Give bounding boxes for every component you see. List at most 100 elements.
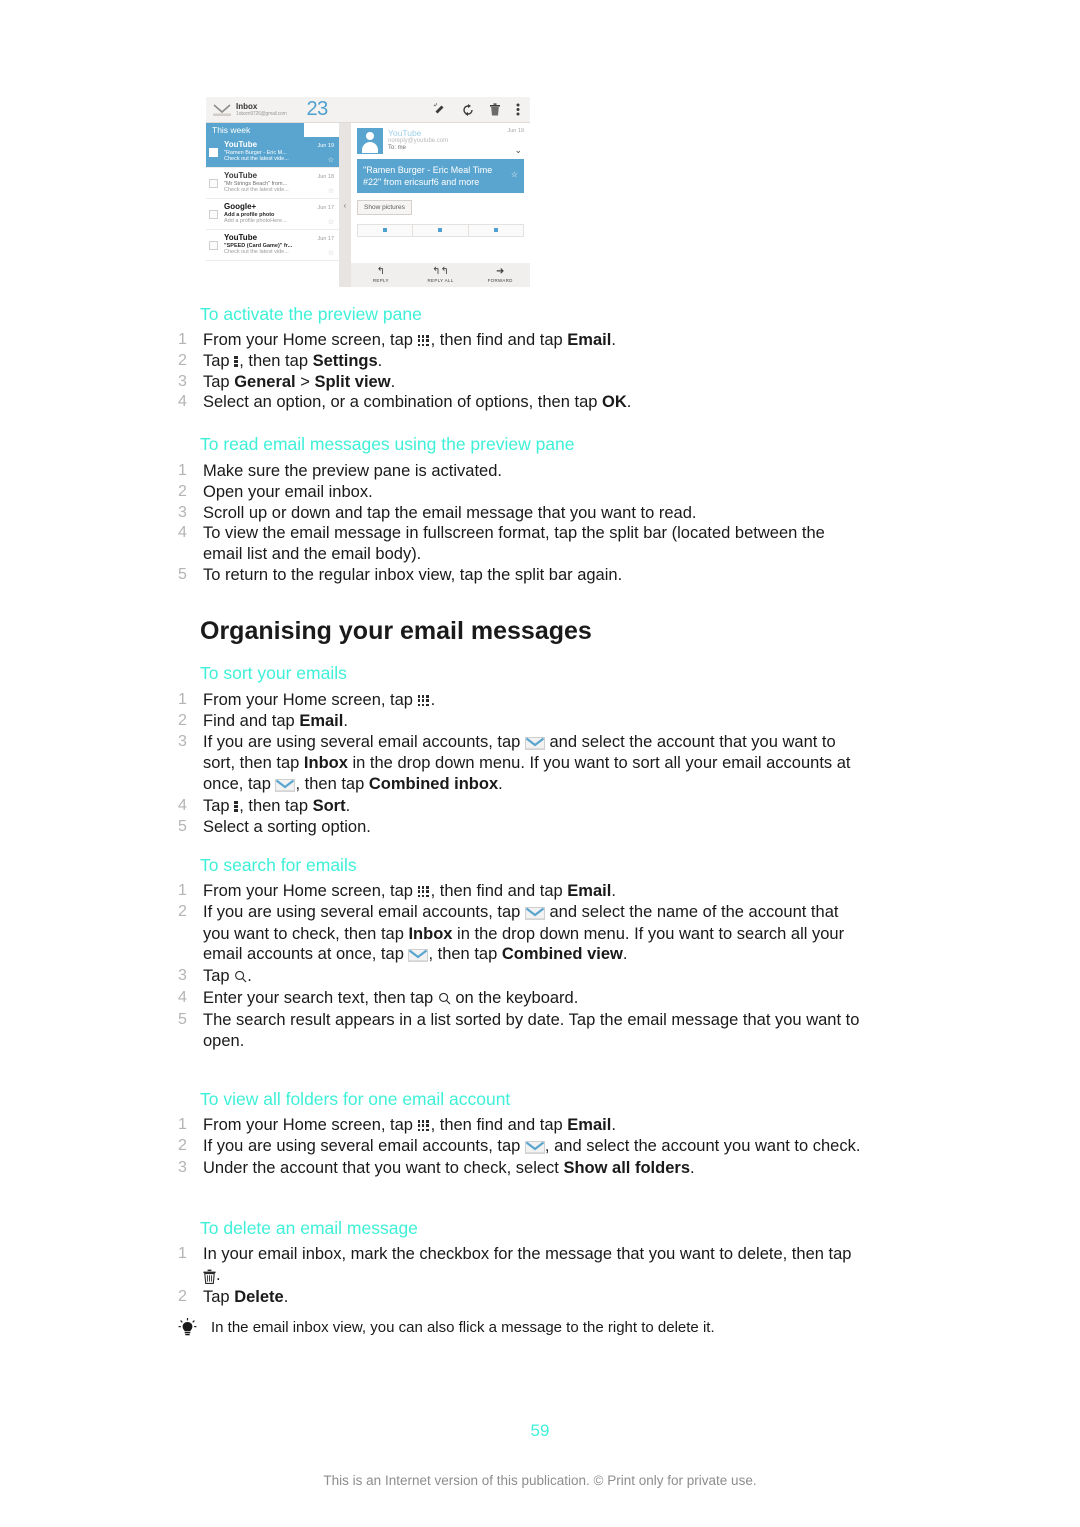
envelope-dropdown-icon bbox=[524, 903, 545, 924]
sender: YouTube bbox=[224, 140, 258, 149]
forward-icon: ➜ bbox=[495, 266, 505, 277]
step-number: 4 bbox=[178, 393, 187, 411]
message-subject-text: "Ramen Burger - Eric Meal Time #22" from… bbox=[363, 165, 493, 188]
step-text: Tap Delete. bbox=[203, 1287, 289, 1306]
step-text: To return to the regular inbox view, tap… bbox=[203, 565, 623, 584]
step-text: If you are using several email accounts,… bbox=[203, 1136, 868, 1158]
steps-list: 1 From your Home screen, tap , then find … bbox=[178, 1115, 868, 1178]
step-item: 5 Select a sorting option. bbox=[178, 817, 868, 838]
star-icon: ☆ bbox=[510, 170, 518, 179]
sender: Google+ bbox=[224, 202, 257, 211]
split-bar: ‹ bbox=[339, 123, 351, 287]
step-item: 2 Open your email inbox. bbox=[178, 482, 868, 503]
step-number: 1 bbox=[178, 331, 187, 348]
step-item: 4 Tap , then tap Sort. bbox=[178, 796, 868, 817]
step-item: 2 If you are using several email accounts… bbox=[178, 902, 868, 966]
step-text: Select an option, or a combination of op… bbox=[203, 393, 632, 412]
step-number: 2 bbox=[178, 711, 187, 729]
step-number: 1 bbox=[178, 462, 187, 479]
figure-list-item: YouTube Jun 18 "Mr Strings Beach" from..… bbox=[206, 168, 339, 199]
step-number: 1 bbox=[178, 1245, 187, 1262]
compose-icon: + bbox=[433, 103, 446, 116]
refresh-icon bbox=[462, 103, 474, 116]
figure-preview-pane: YouTube noreply@youtube.com To: me Jun 1… bbox=[351, 123, 530, 287]
page-number: 59 bbox=[530, 1421, 550, 1440]
forward-label: FORWARD bbox=[487, 278, 513, 283]
step-text: If you are using several email accounts,… bbox=[203, 732, 868, 796]
from-name: YouTube bbox=[388, 128, 422, 138]
step-item: 1 In your email inbox, mark the checkbox … bbox=[178, 1244, 868, 1287]
steps-list: 1 From your Home screen, tap , then find … bbox=[178, 881, 868, 1051]
reply-all-label: REPLY ALL bbox=[427, 278, 454, 283]
step-number: 2 bbox=[178, 1136, 187, 1154]
date: Jun 19 bbox=[317, 143, 334, 149]
section-heading: To activate the preview pane bbox=[200, 304, 422, 324]
step-item: 3 Tap . bbox=[178, 966, 868, 988]
step-item: 3 Under the account that you want to chec… bbox=[178, 1158, 868, 1179]
figure-group-header: This week bbox=[206, 123, 304, 137]
avatar bbox=[357, 128, 383, 154]
overflow-menu-icon bbox=[516, 103, 520, 116]
image-placeholder bbox=[469, 225, 523, 236]
step-item: 3 Scroll up or down and tap the email mes… bbox=[178, 503, 868, 524]
step-item: 4 Enter your search text, then tap on the… bbox=[178, 988, 868, 1010]
reply-button: ↰ REPLY bbox=[351, 267, 411, 284]
step-item: 4 Select an option, or a combination of o… bbox=[178, 392, 868, 413]
step-text: Tap , then tap Settings. bbox=[203, 351, 383, 370]
step-text: Tap General > Split view. bbox=[203, 372, 396, 391]
step-text: Under the account that you want to check… bbox=[203, 1158, 695, 1177]
app-grid-icon bbox=[417, 693, 431, 707]
email-app-screenshot: Inbox 1xisxm9726@gmail.com 23 + This wee… bbox=[206, 97, 530, 287]
step-item: 2 Tap Delete. bbox=[178, 1287, 868, 1308]
preview-text: Check out the latest vide... bbox=[224, 156, 289, 162]
envelope-icon bbox=[213, 104, 231, 116]
step-item: 2 Tap , then tap Settings. bbox=[178, 351, 868, 372]
step-text: Scroll up or down and tap the email mess… bbox=[203, 503, 697, 522]
step-number: 2 bbox=[178, 902, 187, 920]
step-text: Find and tap Email. bbox=[203, 711, 348, 730]
sender: YouTube bbox=[224, 233, 258, 242]
delete-icon bbox=[203, 1266, 216, 1287]
figure-toolbar-icons: + bbox=[433, 103, 523, 116]
steps-list: 1 From your Home screen, tap . 2 Find and t… bbox=[178, 690, 868, 838]
figure-unread-count: 23 bbox=[306, 98, 329, 120]
step-item: 3 Tap General > Split view. bbox=[178, 372, 868, 393]
step-number: 1 bbox=[178, 691, 187, 708]
step-number: 5 bbox=[178, 565, 187, 583]
checkbox bbox=[209, 241, 218, 250]
step-item: 3 If you are using several email accounts… bbox=[178, 732, 868, 796]
from-email: noreply@youtube.com bbox=[388, 138, 449, 144]
step-number: 4 bbox=[178, 988, 187, 1006]
tip-text: In the email inbox view, you can also fl… bbox=[211, 1319, 715, 1336]
delete-icon bbox=[490, 103, 500, 116]
envelope-dropdown-icon bbox=[524, 1137, 545, 1158]
step-text: From your Home screen, tap . bbox=[203, 691, 436, 709]
step-text: If you are using several email accounts,… bbox=[203, 902, 868, 966]
steps-list: 1 Make sure the preview pane is activated… bbox=[178, 461, 868, 586]
lightbulb-icon bbox=[178, 1318, 211, 1341]
preview-text: Add a profile photoHere... bbox=[224, 218, 287, 224]
step-item: 1 Make sure the preview pane is activated… bbox=[178, 461, 868, 482]
search-icon bbox=[438, 989, 451, 1010]
step-item: 5 The search result appears in a list sor… bbox=[178, 1010, 868, 1052]
app-grid-icon bbox=[417, 884, 431, 898]
steps-list: 1 From your Home screen, tap , then find … bbox=[178, 330, 868, 413]
star-icon: ☆ bbox=[327, 157, 334, 164]
step-item: 2 If you are using several email accounts… bbox=[178, 1136, 868, 1158]
step-number: 3 bbox=[178, 372, 187, 390]
step-number: 4 bbox=[178, 524, 187, 542]
step-text: To view the email message in fullscreen … bbox=[203, 524, 825, 564]
step-text: From your Home screen, tap , then find a… bbox=[203, 882, 616, 900]
step-text: Select a sorting option. bbox=[203, 817, 371, 836]
overflow-menu-icon bbox=[234, 799, 239, 813]
figure-email-list: This week YouTube Jun 19 "Ramen Burger -… bbox=[206, 123, 339, 287]
search-icon bbox=[234, 967, 247, 988]
step-number: 2 bbox=[178, 351, 187, 369]
manual-page: Inbox 1xisxm9726@gmail.com 23 + This wee… bbox=[0, 0, 1080, 1527]
figure-list-item: YouTube Jun 17 "SPEED (Card Game)" fr...… bbox=[206, 230, 339, 261]
step-text: In your email inbox, mark the checkbox f… bbox=[203, 1244, 868, 1287]
section-heading: To read email messages using the preview… bbox=[200, 434, 575, 454]
checkbox bbox=[209, 210, 218, 219]
step-number: 2 bbox=[178, 1287, 187, 1305]
step-text: Tap . bbox=[203, 966, 868, 988]
